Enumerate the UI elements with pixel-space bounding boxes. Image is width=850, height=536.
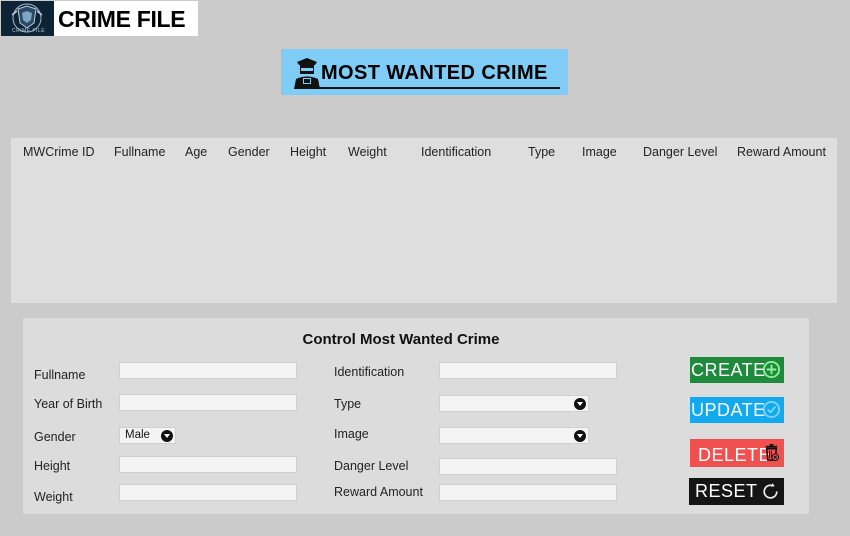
reset-icon [763, 483, 778, 499]
gender-select[interactable]: Male [119, 427, 176, 444]
height-input[interactable] [119, 456, 297, 473]
criminal-icon [294, 58, 320, 89]
column-header-image[interactable]: Image [582, 145, 617, 159]
column-header-age[interactable]: Age [185, 145, 207, 159]
image-select[interactable] [439, 427, 589, 444]
plus-circle-icon [762, 360, 781, 379]
create-label: CREATE [691, 360, 766, 380]
update-label: UPDATE [691, 400, 766, 420]
control-panel: Control Most Wanted Crime Fullname Year … [23, 318, 809, 514]
year-of-birth-label: Year of Birth [34, 397, 103, 411]
gender-label: Gender [34, 430, 76, 444]
create-button[interactable]: CREATE [690, 357, 784, 383]
fullname-label: Fullname [34, 368, 86, 382]
danger-level-label: Danger Level [334, 459, 409, 473]
check-circle-icon [762, 400, 781, 419]
identification-label: Identification [334, 365, 405, 379]
column-header-type[interactable]: Type [528, 145, 555, 159]
crime-table[interactable]: MWCrime ID Fullname Age Gender Height We… [11, 138, 837, 303]
height-label: Height [34, 459, 71, 473]
chevron-down-icon[interactable] [574, 398, 586, 410]
type-select[interactable] [439, 395, 589, 412]
page-banner: MOST WANTED CRIME [281, 49, 568, 95]
delete-label: DELETE [698, 445, 772, 465]
weight-label: Weight [34, 490, 73, 504]
column-header-mwcrime-id[interactable]: MWCrime ID [23, 145, 95, 159]
chevron-down-icon[interactable] [574, 430, 586, 442]
delete-button[interactable]: DELETE [690, 439, 784, 467]
column-header-fullname[interactable]: Fullname [114, 145, 165, 159]
reset-label: RESET [695, 481, 758, 501]
banner-underline [319, 87, 560, 89]
image-label: Image [334, 427, 369, 441]
chevron-down-icon[interactable] [161, 430, 173, 442]
column-header-reward-amount[interactable]: Reward Amount [737, 145, 826, 159]
danger-level-input[interactable] [439, 458, 617, 475]
gender-value: Male [125, 429, 150, 441]
column-header-identification[interactable]: Identification [421, 145, 491, 159]
fullname-input[interactable] [119, 362, 297, 379]
police-badge-icon: CRIME FILE [1, 1, 54, 36]
column-header-weight[interactable]: Weight [348, 145, 387, 159]
control-title: Control Most Wanted Crime [302, 331, 500, 348]
identification-input[interactable] [439, 362, 617, 379]
reward-amount-label: Reward Amount [334, 485, 423, 499]
banner-title: MOST WANTED CRIME [321, 62, 548, 84]
weight-input[interactable] [119, 484, 297, 501]
update-button[interactable]: UPDATE [690, 397, 784, 423]
year-of-birth-input[interactable] [119, 394, 297, 411]
reward-amount-input[interactable] [439, 484, 617, 501]
column-header-height[interactable]: Height [290, 145, 326, 159]
reset-button[interactable]: RESET [689, 478, 784, 505]
trash-icon [765, 443, 780, 462]
badge-text: CRIME FILE [12, 28, 46, 34]
column-header-gender[interactable]: Gender [228, 145, 270, 159]
logo-title: CRIME FILE [58, 6, 186, 32]
app-logo: CRIME FILE CRIME FILE [1, 1, 198, 36]
column-header-danger-level[interactable]: Danger Level [643, 145, 717, 159]
type-label: Type [334, 397, 362, 411]
